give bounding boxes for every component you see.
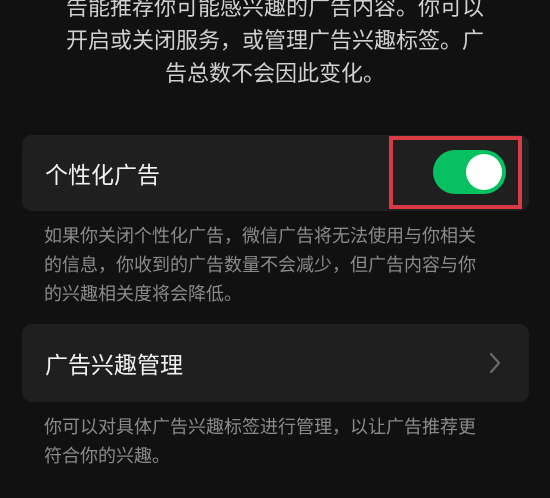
ad-interest-management-note: 你可以对具体广告兴趣标签进行管理，以让广告推荐更 符合你的兴趣。 bbox=[44, 413, 524, 471]
intro-line: 告能推荐你可能感兴趣的广告内容。你可以 bbox=[65, 0, 484, 21]
note-line: 的信息，你收到的广告数量不会减少，但广告内容与你 bbox=[44, 255, 476, 276]
ad-settings-page: 告能推荐你可能感兴趣的广告内容。你可以 开启或关闭服务，或管理广告兴趣标签。广 … bbox=[0, 0, 550, 498]
note-line: 符合你的兴趣。 bbox=[44, 446, 170, 467]
highlight-box bbox=[389, 136, 522, 209]
intro-text: 告能推荐你可能感兴趣的广告内容。你可以 开启或关闭服务，或管理广告兴趣标签。广 … bbox=[0, 0, 550, 91]
personalized-ads-label: 个性化广告 bbox=[45, 163, 160, 189]
ad-interest-management-row[interactable]: 广告兴趣管理 bbox=[22, 324, 529, 402]
chevron-right-icon bbox=[489, 352, 501, 374]
ad-interest-management-label: 广告兴趣管理 bbox=[45, 353, 183, 379]
note-line: 你可以对具体广告兴趣标签进行管理，以让广告推荐更 bbox=[44, 417, 476, 438]
intro-line: 开启或关闭服务，或管理广告兴趣标签。广 bbox=[65, 29, 484, 54]
note-line: 如果你关闭个性化广告，微信广告将无法使用与你相关 bbox=[44, 226, 476, 247]
note-line: 的兴趣相关度将会降低。 bbox=[44, 284, 242, 305]
intro-line: 告总数不会因此变化。 bbox=[164, 62, 385, 87]
personalized-ads-note: 如果你关闭个性化广告，微信广告将无法使用与你相关 的信息，你收到的广告数量不会减… bbox=[44, 222, 524, 309]
